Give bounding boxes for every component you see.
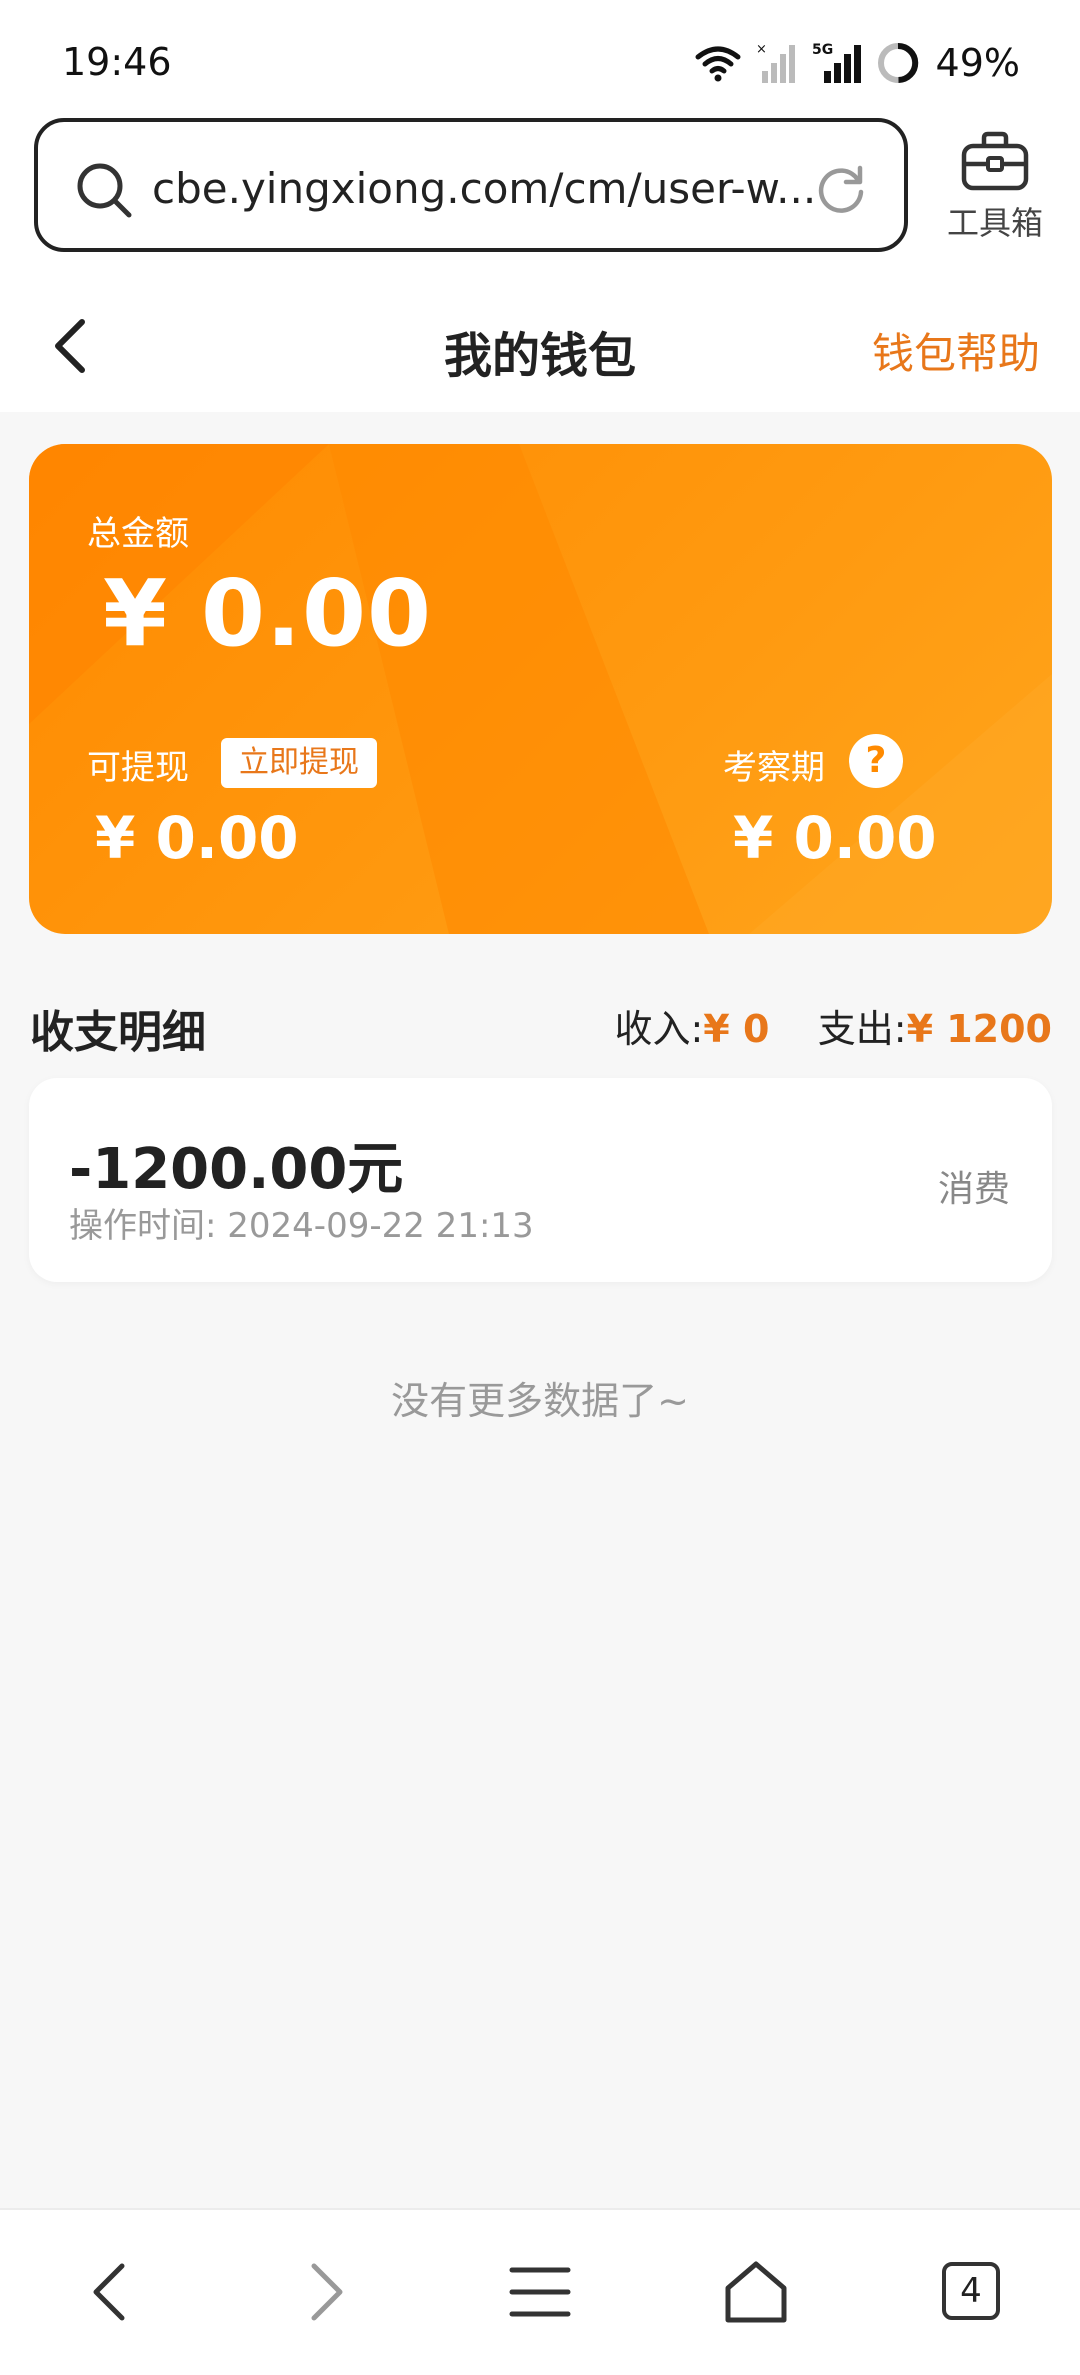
tabs-button[interactable]: 4 [942,2262,1000,2320]
search-icon [77,163,132,218]
review-period-value: ¥ 0.00 [733,804,937,872]
transaction-type: 消费 [937,1169,1010,1210]
toolbox-button[interactable]: 工具箱 [940,130,1050,244]
bottom-nav: 4 [0,2208,1080,2375]
menu-icon[interactable] [508,2260,572,2324]
tab-count: 4 [942,2262,1000,2320]
details-title: 收支明细 [30,1007,206,1058]
url-field[interactable]: cbe.yingxiong.com/cm/user-w... [34,118,908,252]
wifi-icon [695,46,741,82]
transaction-time: 操作时间: 2024-09-22 21:13 [69,1198,534,1247]
page-header: 我的钱包 钱包帮助 [0,272,1080,412]
withdraw-now-button[interactable]: 立即提现 [221,738,377,788]
wallet-card: 总金额 ¥ 0.00 可提现 立即提现 ¥ 0.00 考察期 ? ¥ 0.00 [29,444,1052,934]
browser-bar: cbe.yingxiong.com/cm/user-w... 工具箱 [0,112,1080,272]
total-amount-label: 总金额 [87,514,189,554]
transaction-time-value: 2024-09-22 21:13 [227,1206,534,1246]
wallet-help-link[interactable]: 钱包帮助 [872,320,1040,381]
no-more-data-text: 没有更多数据了~ [391,1379,689,1423]
help-question-icon[interactable]: ? [849,734,903,788]
details-summary: 收入:¥ 0 支出:¥ 1200 [614,998,1052,1053]
svg-text:×: × [756,42,767,57]
transaction-item[interactable]: -1200.00元 操作时间: 2024-09-22 21:13 消费 [29,1078,1052,1282]
status-icons: × 5G 49% [694,38,1020,88]
transaction-time-label: 操作时间: [69,1206,217,1246]
status-time: 19:46 [62,40,172,84]
transaction-amount: -1200.00元 [69,1137,404,1202]
wallet-page: 19:46 × 5G 49% cbe.yingxiong.com/cm/user… [0,0,1080,2375]
signal-sim1-icon: × [756,42,795,83]
battery-ring-icon [877,42,918,83]
nav-forward-icon[interactable] [302,2260,350,2324]
review-period-label: 考察期 [723,748,825,788]
network-label: 5G [812,42,833,58]
home-icon[interactable] [722,2260,790,2324]
total-amount-value: ¥ 0.00 [103,560,433,667]
battery-percent: 49% [935,41,1020,85]
status-bar: 19:46 × 5G 49% [0,0,1080,112]
toolbox-label: 工具箱 [946,204,1043,242]
toolbox-icon [961,131,1029,191]
reload-icon[interactable] [814,162,868,216]
income-value: ¥ 0 [703,1007,770,1051]
expense-value: ¥ 1200 [906,1007,1052,1051]
signal-5g-icon: 5G [812,42,861,83]
withdrawable-label: 可提现 [87,748,189,788]
withdrawable-value: ¥ 0.00 [95,804,299,872]
expense-label: 支出: [817,1007,907,1051]
income-label: 收入: [614,1007,704,1051]
url-text: cbe.yingxiong.com/cm/user-w... [152,164,817,213]
nav-back-icon[interactable] [86,2260,134,2324]
